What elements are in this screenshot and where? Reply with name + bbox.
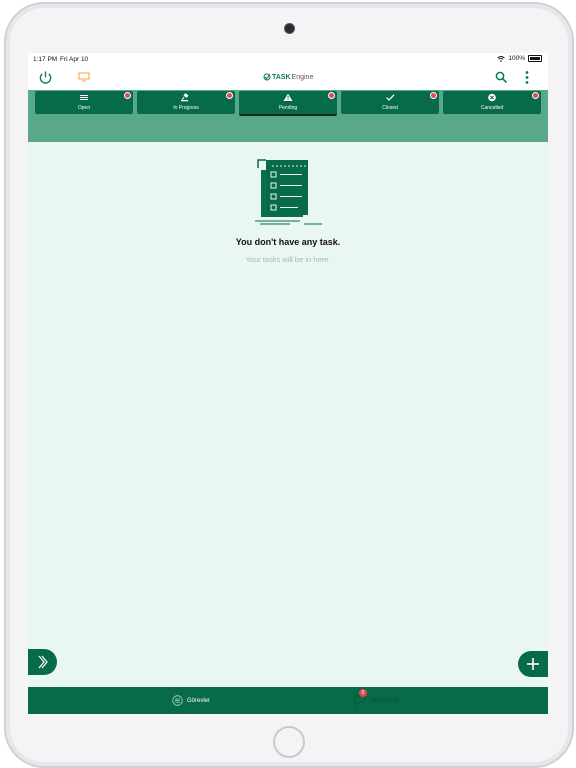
tab-badge — [532, 92, 539, 99]
messages-badge: 0 — [359, 689, 367, 697]
app-logo: TASK Engine — [263, 73, 313, 81]
logo-check-icon — [263, 73, 271, 81]
battery-icon — [528, 55, 542, 62]
tab-open[interactable]: Open — [35, 91, 133, 114]
tab-pending[interactable]: Pending — [239, 91, 337, 116]
status-date: Fri Apr 10 — [60, 56, 89, 63]
more-vert-icon[interactable] — [524, 70, 530, 85]
tab-label: Closed — [382, 105, 398, 111]
tab-label: Cancelled — [480, 105, 504, 111]
tab-in-progress[interactable]: In Progress — [137, 91, 235, 114]
power-icon[interactable] — [38, 70, 53, 85]
menu-icon — [80, 95, 88, 100]
status-bar: 1:17 PM Fri Apr 10 100% — [28, 53, 548, 67]
monitor-icon[interactable] — [78, 72, 90, 82]
tab-label: In Progress — [173, 105, 199, 111]
empty-state-title: You don't have any task. — [235, 237, 341, 247]
status-time: 1:17 PM — [33, 56, 58, 63]
empty-task-list-icon — [255, 159, 322, 225]
bottom-navigation: Görevler Mesajlarım 0 — [28, 687, 548, 714]
add-task-button[interactable] — [518, 651, 548, 677]
logo-text-bold: TASK — [272, 73, 291, 81]
gavel-icon — [181, 93, 189, 102]
nav-tasks-label: Görevler — [187, 697, 211, 704]
search-icon[interactable] — [495, 71, 508, 84]
status-right: 100% — [497, 55, 542, 62]
list-circle-icon — [172, 695, 183, 706]
app-bar: TASK Engine — [28, 67, 548, 90]
expand-side-button[interactable] — [28, 649, 57, 675]
tab-closed[interactable]: Closed — [341, 91, 439, 114]
plus-icon — [527, 658, 539, 670]
tab-label: Open — [77, 105, 91, 111]
double-chevron-right-icon — [38, 655, 48, 669]
empty-state-subtitle: Your tasks will be in here. — [245, 255, 331, 264]
tab-badge — [328, 92, 335, 99]
warning-icon — [283, 93, 293, 101]
tab-badge — [124, 92, 131, 99]
cancel-icon — [488, 93, 496, 102]
camera — [284, 23, 295, 34]
logo-text-light: Engine — [291, 73, 314, 81]
tab-badge — [430, 92, 437, 99]
nav-messages-label: Mesajlarım — [370, 697, 400, 704]
battery-percent: 100% — [508, 55, 525, 62]
tab-badge — [226, 92, 233, 99]
tab-label: Pending — [278, 105, 298, 111]
nav-tasks[interactable]: Görevler — [172, 695, 210, 706]
home-button[interactable] — [273, 726, 305, 758]
wifi-icon — [497, 55, 506, 62]
tab-cancelled[interactable]: Cancelled — [443, 91, 541, 114]
app-screen: 1:17 PM Fri Apr 10 100% TASK Engine Open… — [28, 53, 548, 714]
check-icon — [386, 94, 395, 101]
